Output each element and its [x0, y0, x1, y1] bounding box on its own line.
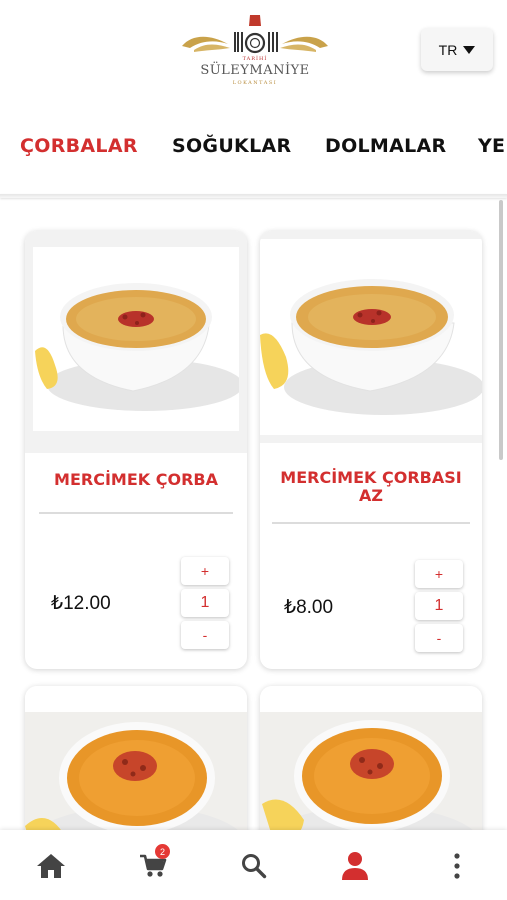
product-card[interactable]: MERCİMEK ÇORBASI AZ ₺8.00 + 1 -: [260, 231, 482, 669]
lentil-soup-image: [33, 247, 239, 431]
logo-tagline-top: TARİHİ: [242, 56, 268, 62]
language-selector[interactable]: TR: [421, 28, 493, 71]
tab-yemekler[interactable]: YEMEKLER: [478, 135, 507, 157]
nav-profile[interactable]: [337, 848, 373, 884]
product-image-area: [25, 231, 247, 453]
bottom-navigation: 2: [0, 830, 507, 900]
product-price: ₺8.00: [284, 597, 334, 618]
tabs-divider: [0, 194, 507, 198]
product-image-area: [260, 231, 482, 443]
product-title: MERCİMEK ÇORBA: [54, 470, 218, 489]
language-label: TR: [438, 41, 458, 58]
user-icon: [342, 852, 368, 880]
tab-soguklar[interactable]: SOĞUKLAR: [172, 135, 291, 157]
nav-more[interactable]: [439, 848, 475, 884]
logo-name: SÜLEYMANİYE: [200, 63, 310, 78]
logo-emblem-icon: [182, 15, 328, 54]
app-header: TARİHİ SÜLEYMANİYE LOKANTASI TR: [0, 0, 507, 100]
more-vertical-icon: [454, 853, 460, 879]
search-icon: [242, 854, 267, 879]
increase-quantity-button[interactable]: +: [181, 557, 229, 585]
increase-quantity-button[interactable]: +: [415, 560, 463, 588]
product-price: ₺12.00: [51, 593, 111, 614]
logo-tagline-bottom: LOKANTASI: [232, 80, 278, 86]
quantity-field[interactable]: 1: [181, 589, 229, 617]
product-title: MERCİMEK ÇORBASI AZ: [280, 468, 462, 505]
title-divider: [272, 522, 470, 524]
scrollbar[interactable]: [499, 200, 503, 460]
decrease-quantity-button[interactable]: -: [415, 624, 463, 652]
home-icon: [37, 854, 65, 878]
tab-dolmalar[interactable]: DOLMALAR: [325, 135, 446, 157]
tab-corbalar[interactable]: ÇORBALAR: [20, 135, 138, 157]
nav-search[interactable]: [236, 848, 272, 884]
nav-cart[interactable]: 2: [135, 844, 171, 884]
category-tabs: ÇORBALAR SOĞUKLAR DOLMALAR YEMEKLER: [0, 120, 507, 176]
title-divider: [39, 512, 233, 514]
product-card[interactable]: MERCİMEK ÇORBA ₺12.00 + 1 -: [25, 231, 247, 669]
cart-count-badge: 2: [155, 844, 170, 859]
caret-down-icon: [463, 45, 476, 54]
quantity-field[interactable]: 1: [415, 592, 463, 620]
lentil-soup-image: [260, 239, 482, 435]
nav-home[interactable]: [33, 848, 69, 884]
decrease-quantity-button[interactable]: -: [181, 621, 229, 649]
restaurant-logo[interactable]: TARİHİ SÜLEYMANİYE LOKANTASI: [180, 12, 330, 90]
